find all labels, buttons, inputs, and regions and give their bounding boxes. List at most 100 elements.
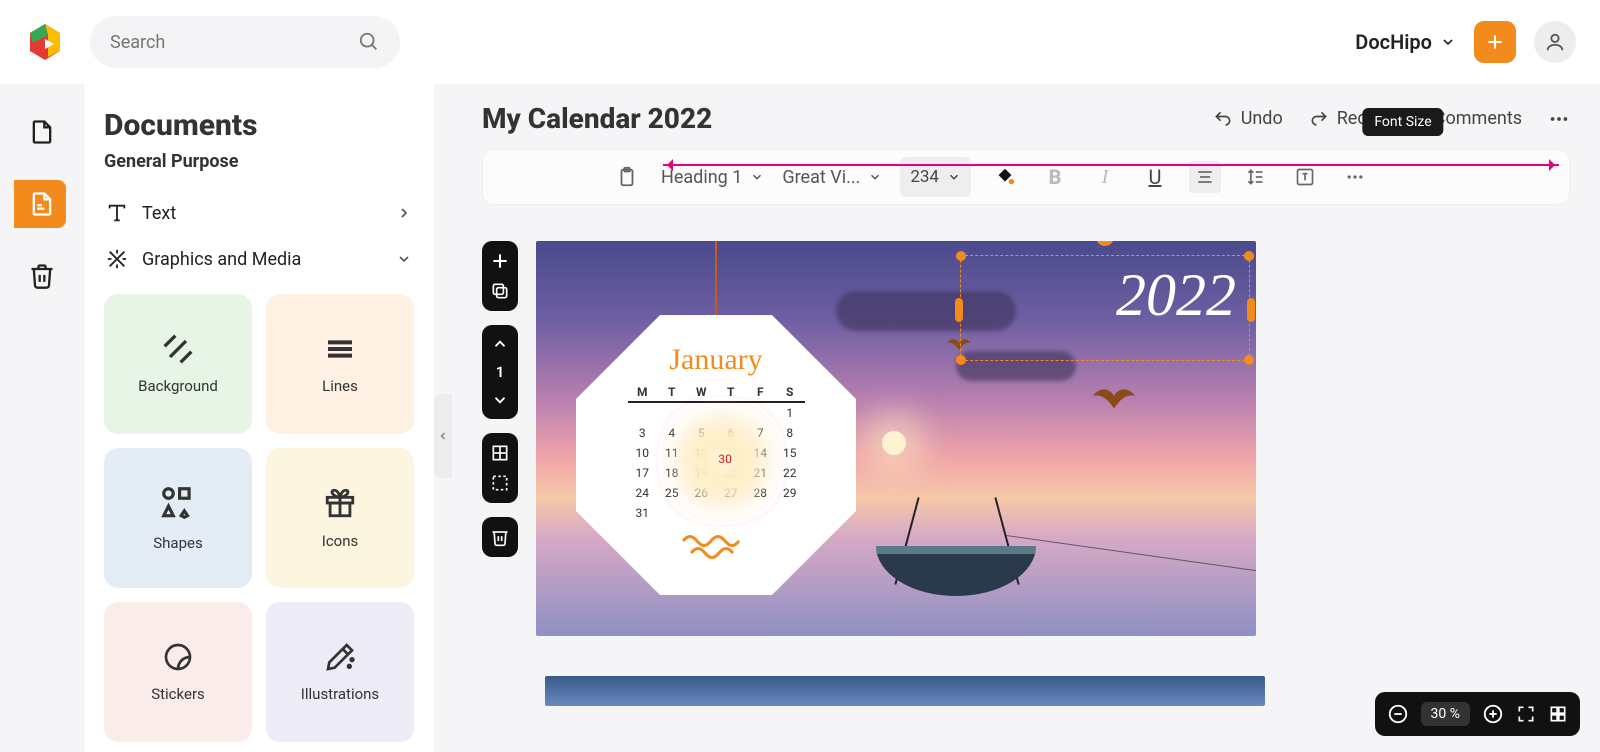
chevron-down-icon	[947, 170, 961, 184]
fill-icon	[994, 166, 1016, 188]
grid-view-button[interactable]	[1548, 704, 1568, 724]
zoom-in-button[interactable]	[1482, 703, 1504, 725]
page-tools: 1	[482, 241, 518, 636]
line-height-icon	[1245, 167, 1265, 187]
document-title[interactable]: My Calendar 2022	[482, 102, 1187, 135]
tile-label: Background	[138, 377, 218, 395]
more-menu-button[interactable]	[1548, 108, 1570, 130]
tile-icons[interactable]: Icons	[266, 448, 414, 588]
panel-row-text[interactable]: Text	[104, 190, 414, 236]
zoom-value[interactable]: 30 %	[1421, 702, 1470, 726]
app-logo[interactable]	[24, 21, 66, 63]
duplicate-button[interactable]	[490, 281, 510, 301]
brand-label: DocHipo	[1355, 30, 1432, 54]
font-selector[interactable]: Great Vi...	[782, 167, 882, 188]
dots-icon	[1548, 108, 1570, 130]
resize-handle[interactable]	[956, 355, 966, 365]
search-icon	[358, 31, 380, 53]
undo-button[interactable]: Undo	[1213, 108, 1283, 129]
delete-page-button[interactable]	[490, 527, 510, 547]
tile-stickers[interactable]: Stickers	[104, 602, 252, 742]
grid-icon	[1548, 704, 1568, 724]
artboard-page-2[interactable]	[545, 676, 1265, 706]
clipboard-button[interactable]	[611, 161, 643, 193]
search-box[interactable]	[90, 16, 400, 68]
hanger-string	[715, 241, 717, 325]
grid-button[interactable]	[490, 443, 510, 463]
select-button[interactable]	[490, 473, 510, 493]
sun-graphic	[882, 431, 906, 455]
tile-label: Stickers	[151, 685, 205, 703]
rail-blank-page[interactable]	[18, 108, 66, 156]
bird-icon	[1092, 381, 1136, 411]
zoom-out-button[interactable]	[1387, 703, 1409, 725]
new-document-button[interactable]	[1474, 21, 1516, 63]
selection-box[interactable]: ↻	[960, 255, 1250, 361]
row-label: Text	[142, 203, 176, 224]
account-button[interactable]	[1534, 21, 1576, 63]
redo-icon	[1309, 109, 1329, 129]
resize-handle[interactable]	[956, 251, 966, 261]
design-icon	[106, 248, 128, 270]
fullscreen-button[interactable]	[1516, 704, 1536, 724]
plus-circle-icon	[1482, 703, 1504, 725]
tile-background[interactable]: Background	[104, 294, 252, 434]
chevron-down-icon	[868, 170, 882, 184]
person-icon	[1544, 31, 1566, 53]
copy-icon	[490, 281, 510, 301]
zoom-bar: 30 %	[1375, 692, 1580, 736]
panel-subtitle: General Purpose	[104, 151, 414, 172]
sticker-icon	[162, 641, 194, 673]
chevron-down-icon	[750, 170, 764, 184]
resize-handle[interactable]	[1244, 251, 1254, 261]
workspace-switcher[interactable]: DocHipo	[1355, 30, 1456, 54]
rail-documents[interactable]	[14, 180, 66, 228]
resize-handle[interactable]	[1247, 298, 1255, 322]
annotation-arrow	[663, 164, 1559, 166]
tile-lines[interactable]: Lines	[266, 294, 414, 434]
calendar-widget[interactable]: January SMTWTFS 123456789101112131415161…	[576, 315, 856, 595]
tile-label: Shapes	[153, 534, 202, 552]
page-number: 1	[496, 363, 505, 381]
chevron-down-icon	[1440, 34, 1456, 50]
font-size-selector[interactable]: 234	[900, 157, 971, 197]
undo-icon	[1213, 109, 1233, 129]
wave-decoration	[681, 533, 751, 559]
tile-illustrations[interactable]: Illustrations	[266, 602, 414, 742]
boat-rope	[1006, 535, 1256, 572]
dots-icon	[1345, 167, 1365, 187]
rail-trash[interactable]	[18, 252, 66, 300]
expand-icon	[1516, 704, 1536, 724]
grid-icon	[490, 443, 510, 463]
chevron-right-icon	[396, 205, 412, 221]
prev-page-button[interactable]	[491, 335, 509, 353]
tile-label: Icons	[322, 532, 359, 550]
tile-label: Lines	[322, 377, 358, 395]
resize-handle[interactable]	[1244, 355, 1254, 365]
side-panel: Documents General Purpose Text Graphics …	[84, 84, 434, 752]
panel-title: Documents	[104, 108, 414, 143]
calendar-grid: SMTWTFS 12345678910111213141516171819202…	[628, 383, 805, 523]
search-input[interactable]	[110, 32, 346, 53]
chevron-left-icon	[437, 430, 449, 442]
heading-selector[interactable]: Heading 1	[661, 167, 764, 188]
artboard-page-1[interactable]: 2022 ↻ January SMTWTFS	[536, 241, 1256, 636]
panel-row-graphics[interactable]: Graphics and Media	[104, 236, 414, 282]
chevron-up-icon	[491, 335, 509, 353]
next-page-button[interactable]	[491, 391, 509, 409]
pencil-icon	[324, 641, 356, 673]
tile-shapes[interactable]: Shapes	[104, 448, 252, 588]
chevron-down-icon	[491, 391, 509, 409]
collapse-panel-button[interactable]	[434, 394, 452, 478]
left-rail	[0, 84, 84, 752]
add-element-button[interactable]	[490, 251, 510, 271]
text-icon	[106, 202, 128, 224]
rotate-handle[interactable]: ↻	[1096, 241, 1114, 246]
clipboard-icon	[616, 166, 638, 188]
resize-handle[interactable]	[955, 298, 963, 322]
marquee-icon	[490, 473, 510, 493]
gift-icon	[323, 486, 357, 520]
lines-icon	[324, 333, 356, 365]
plus-icon	[490, 251, 510, 271]
shapes-icon	[159, 484, 197, 522]
